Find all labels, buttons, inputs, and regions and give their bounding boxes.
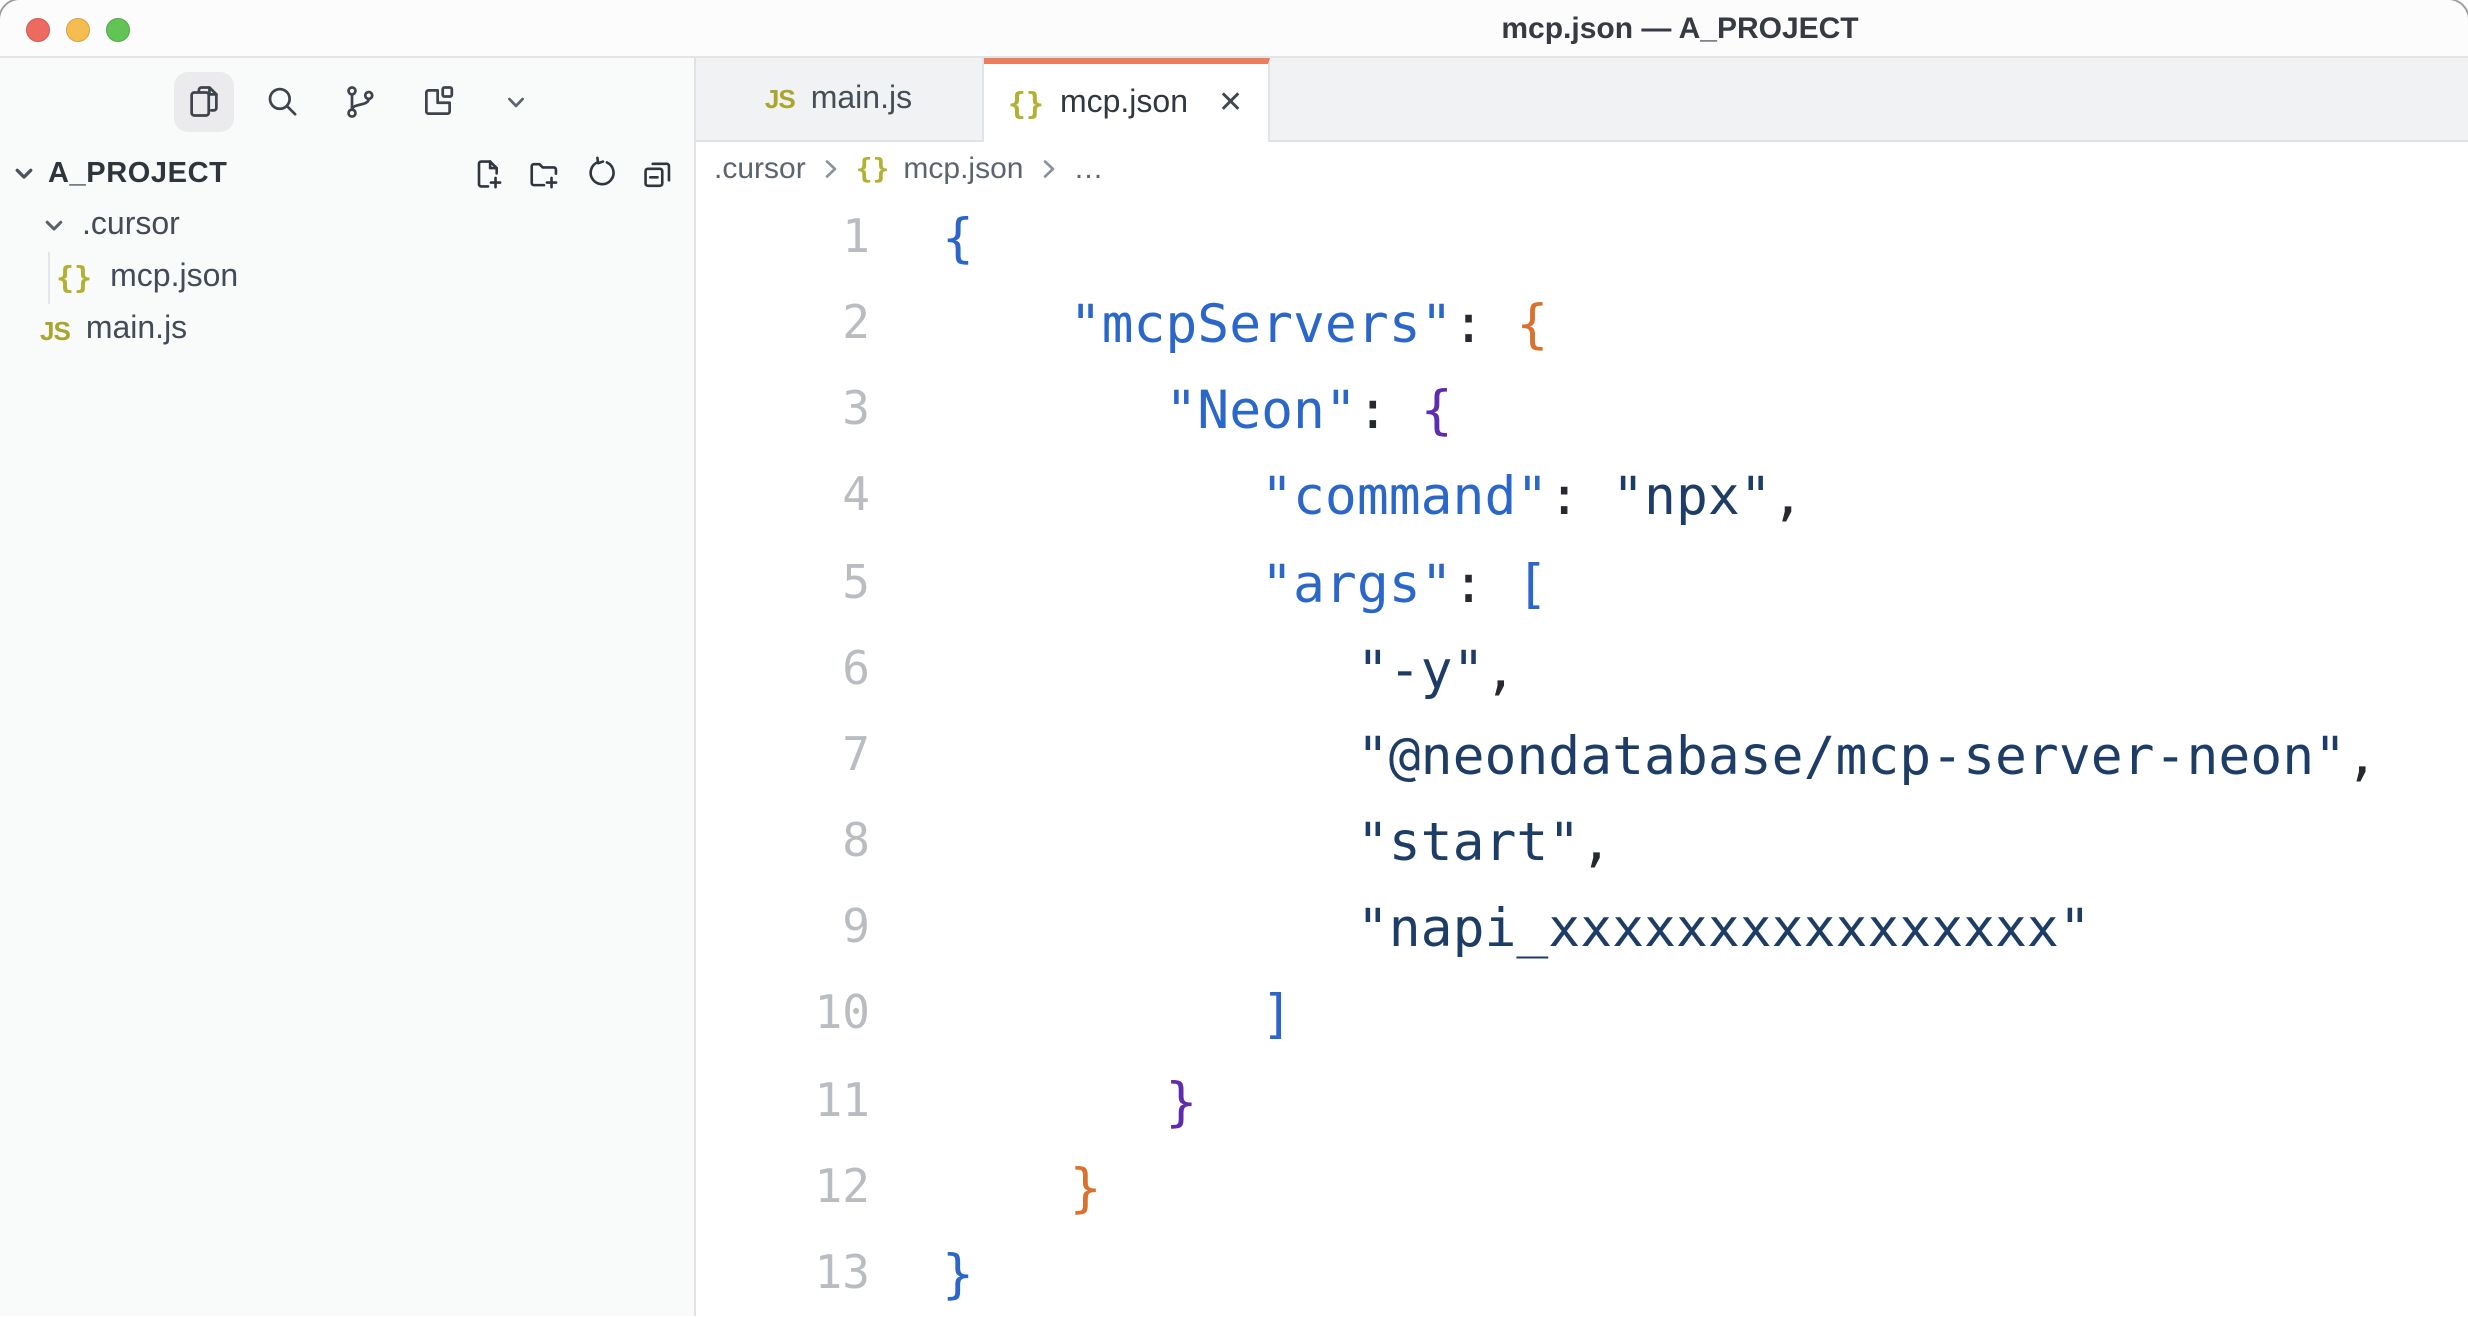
folder-label: .cursor bbox=[82, 208, 180, 244]
code-line[interactable]: 13} bbox=[696, 1232, 2468, 1316]
zoom-window-button[interactable] bbox=[106, 17, 130, 41]
new-file-button[interactable] bbox=[469, 156, 505, 192]
json-file-icon: {} bbox=[856, 153, 890, 185]
code-text: "command": "npx", bbox=[942, 455, 1804, 541]
retina-scale-wrapper: mcp.json — A_PROJECT bbox=[0, 0, 2468, 1318]
code-line[interactable]: 10 ] bbox=[696, 973, 2468, 1059]
js-file-icon: JS bbox=[40, 315, 70, 345]
git-branch-icon bbox=[340, 82, 380, 122]
code-text: "-y", bbox=[942, 628, 1516, 714]
code-line[interactable]: 2 "mcpServers": { bbox=[696, 282, 2468, 368]
activity-item-extensions[interactable] bbox=[408, 72, 468, 132]
code-text: } bbox=[942, 1059, 1197, 1145]
line-number: 6 bbox=[696, 628, 870, 714]
activity-item-source-control[interactable] bbox=[330, 72, 390, 132]
chevron-down-icon bbox=[498, 84, 534, 120]
editor-group: JS main.js {} mcp.json ✕ .cursor {} mcp.… bbox=[696, 58, 2468, 1316]
code-text: "mcpServers": { bbox=[942, 282, 1548, 368]
tree-item-main-js[interactable]: JS main.js bbox=[0, 304, 694, 356]
explorer-actions bbox=[469, 156, 676, 192]
breadcrumb: .cursor {} mcp.json … bbox=[696, 142, 2468, 196]
breadcrumb-item-mcp-json[interactable]: mcp.json bbox=[903, 152, 1023, 186]
breadcrumb-item-ellipsis[interactable]: … bbox=[1073, 152, 1103, 186]
code-text: "@neondatabase/mcp-server-neon", bbox=[942, 714, 2378, 800]
line-number: 11 bbox=[696, 1059, 870, 1145]
code-line[interactable]: 1{ bbox=[696, 196, 2468, 282]
line-number: 4 bbox=[696, 455, 870, 541]
indent-guide bbox=[48, 252, 50, 304]
line-number: 9 bbox=[696, 887, 870, 973]
js-file-icon: JS bbox=[765, 84, 795, 114]
titlebar: mcp.json — A_PROJECT bbox=[0, 0, 2468, 58]
close-window-button[interactable] bbox=[26, 17, 50, 41]
search-icon bbox=[262, 82, 302, 122]
file-label: mcp.json bbox=[110, 260, 238, 296]
refresh-icon[interactable] bbox=[583, 156, 619, 192]
activity-item-explorer[interactable] bbox=[174, 72, 234, 132]
line-number: 2 bbox=[696, 282, 870, 368]
code-text: { bbox=[942, 196, 974, 282]
line-number: 3 bbox=[696, 369, 870, 455]
project-root-label: A_PROJECT bbox=[48, 158, 227, 190]
code-text: } bbox=[942, 1145, 1102, 1231]
code-text: "start", bbox=[942, 800, 1612, 886]
code-line[interactable]: 9 "napi_xxxxxxxxxxxxxxxx" bbox=[696, 887, 2468, 973]
line-number: 7 bbox=[696, 714, 870, 800]
json-file-icon: {} bbox=[56, 260, 92, 296]
code-editor[interactable]: 1{2 "mcpServers": {3 "Neon": {4 "command… bbox=[696, 196, 2468, 1316]
line-number: 10 bbox=[696, 973, 870, 1059]
tree-item-cursor-folder[interactable]: .cursor bbox=[0, 200, 694, 252]
code-line[interactable]: 8 "start", bbox=[696, 800, 2468, 886]
tab-bar: JS main.js {} mcp.json ✕ bbox=[696, 58, 2468, 142]
activity-item-more[interactable] bbox=[486, 72, 546, 132]
line-number: 13 bbox=[696, 1232, 870, 1316]
explorer-files-icon bbox=[184, 82, 224, 122]
tree-item-mcp-json[interactable]: {} mcp.json bbox=[0, 252, 694, 304]
code-line[interactable]: 11 } bbox=[696, 1059, 2468, 1145]
window-title: mcp.json — A_PROJECT bbox=[1501, 0, 1858, 58]
new-folder-button[interactable] bbox=[526, 156, 562, 192]
code-line[interactable]: 5 "args": [ bbox=[696, 541, 2468, 627]
tab-mcp-json[interactable]: {} mcp.json ✕ bbox=[983, 58, 1270, 142]
extensions-icon bbox=[418, 82, 458, 122]
tabbar-empty-space bbox=[1270, 58, 2468, 142]
tab-label: main.js bbox=[811, 81, 912, 117]
tab-label: mcp.json bbox=[1060, 85, 1188, 121]
line-number: 1 bbox=[696, 196, 870, 282]
chevron-right-icon bbox=[820, 158, 842, 180]
line-number: 5 bbox=[696, 541, 870, 627]
code-lines: 1{2 "mcpServers": {3 "Neon": {4 "command… bbox=[696, 196, 2468, 1316]
code-text: "Neon": { bbox=[942, 369, 1453, 455]
activity-item-search[interactable] bbox=[252, 72, 312, 132]
line-number: 12 bbox=[696, 1145, 870, 1231]
json-file-icon: {} bbox=[1008, 85, 1044, 121]
code-line[interactable]: 7 "@neondatabase/mcp-server-neon", bbox=[696, 714, 2468, 800]
tab-main-js[interactable]: JS main.js bbox=[696, 58, 983, 142]
collapse-folders-button[interactable] bbox=[640, 156, 676, 192]
code-text: } bbox=[942, 1232, 974, 1316]
code-line[interactable]: 3 "Neon": { bbox=[696, 369, 2468, 455]
code-text: ] bbox=[942, 973, 1293, 1059]
file-tree: .cursor {} mcp.json JS main.js bbox=[0, 200, 694, 356]
code-line[interactable]: 4 "command": "npx", bbox=[696, 455, 2468, 541]
close-tab-icon[interactable]: ✕ bbox=[1218, 88, 1243, 118]
file-label: main.js bbox=[86, 312, 187, 348]
sidebar: A_PROJECT .cursor {} mcp.json bbox=[0, 58, 696, 1316]
breadcrumb-item-cursor[interactable]: .cursor bbox=[714, 152, 806, 186]
minimize-window-button[interactable] bbox=[66, 17, 90, 41]
chevron-down-icon bbox=[12, 162, 36, 186]
code-text: "napi_xxxxxxxxxxxxxxxx" bbox=[942, 887, 2091, 973]
code-line[interactable]: 6 "-y", bbox=[696, 628, 2468, 714]
code-line[interactable]: 12 } bbox=[696, 1145, 2468, 1231]
chevron-down-icon bbox=[42, 214, 66, 238]
explorer-section-header[interactable]: A_PROJECT bbox=[0, 148, 694, 200]
code-text: "args": [ bbox=[942, 541, 1548, 627]
line-number: 8 bbox=[696, 800, 870, 886]
traffic-lights bbox=[26, 17, 130, 41]
app-window: mcp.json — A_PROJECT bbox=[0, 0, 2468, 1318]
activity-bar bbox=[174, 72, 694, 132]
chevron-right-icon bbox=[1037, 158, 1059, 180]
